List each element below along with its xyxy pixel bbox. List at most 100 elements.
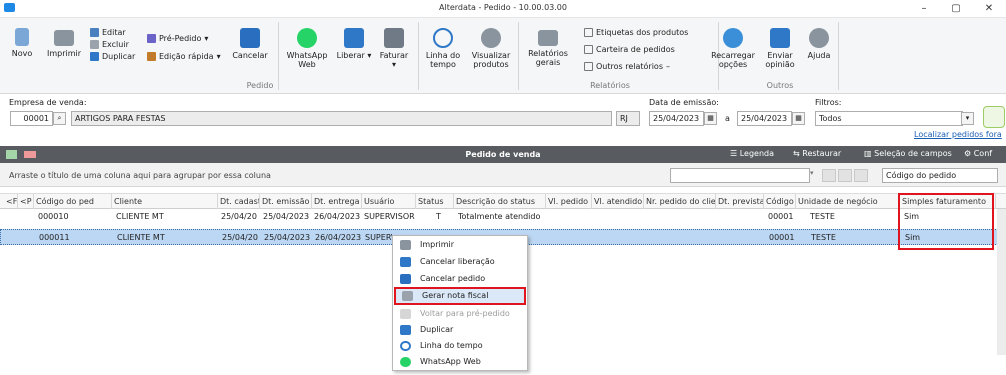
ribbon-divider bbox=[418, 22, 419, 90]
date-from-input[interactable]: 25/04/2023 bbox=[649, 111, 704, 126]
chevron-down-icon: – bbox=[666, 61, 670, 71]
refresh-icon[interactable] bbox=[983, 106, 1005, 128]
col-header[interactable]: Vl. atendido bbox=[592, 194, 644, 209]
group-hint: Arraste o título de uma coluna aqui para… bbox=[9, 171, 271, 180]
gear-icon: ⚙ bbox=[964, 149, 974, 158]
col-header[interactable]: Usuário bbox=[362, 194, 416, 209]
search-field-select[interactable]: Código do pedido bbox=[882, 168, 998, 183]
gear-icon bbox=[723, 28, 743, 48]
col-header[interactable]: <P bbox=[18, 194, 34, 209]
menu-item-cancelar-liberacao[interactable]: Cancelar liberação bbox=[394, 254, 526, 270]
chevron-down-icon[interactable]: ▾ bbox=[961, 112, 974, 125]
date-to-input[interactable]: 25/04/2023 bbox=[737, 111, 792, 126]
selecao-campos-button[interactable]: ▥ Seleção de campos bbox=[864, 149, 952, 158]
empresa-code-input[interactable]: 00001 bbox=[10, 111, 53, 126]
whatsapp-web-button[interactable]: WhatsApp Web bbox=[284, 28, 330, 69]
minimize-button[interactable]: – bbox=[910, 1, 938, 16]
context-menu: Imprimir Cancelar liberação Cancelar ped… bbox=[392, 235, 528, 371]
col-header[interactable]: Nr. pedido do clie bbox=[644, 194, 716, 209]
menu-item-linha-do-tempo[interactable]: Linha do tempo bbox=[394, 338, 526, 354]
chevron-down-icon[interactable]: ▾ bbox=[810, 169, 820, 182]
menu-item-cancelar-pedido[interactable]: Cancelar pedido bbox=[394, 271, 526, 287]
filtros-select[interactable]: Todos bbox=[815, 111, 963, 126]
col-header[interactable]: Vl. pedido bbox=[546, 194, 592, 209]
menu-item-voltar-pre-pedido[interactable]: Voltar para pré-pedido bbox=[394, 306, 526, 322]
find-icon[interactable] bbox=[854, 169, 868, 182]
faturar-button[interactable]: Faturar ▾ bbox=[376, 28, 412, 69]
calendar-icon[interactable]: ▦ bbox=[792, 112, 805, 125]
ribbon-divider bbox=[838, 22, 839, 90]
visualizar-produtos-button[interactable]: Visualizar produtos bbox=[468, 28, 514, 69]
editar-button[interactable]: Editar bbox=[90, 26, 135, 38]
close-button[interactable]: ✕ bbox=[975, 1, 1003, 16]
menu-item-imprimir[interactable]: Imprimir bbox=[394, 237, 526, 253]
ajuda-button[interactable]: Ajuda bbox=[804, 28, 834, 60]
menu-item-whatsapp-web[interactable]: WhatsApp Web bbox=[394, 354, 526, 370]
liberar-button[interactable]: Liberar ▾ bbox=[336, 28, 372, 60]
release-icon bbox=[344, 28, 364, 48]
label-icon bbox=[584, 27, 593, 37]
menu-item-duplicar[interactable]: Duplicar bbox=[394, 322, 526, 338]
edit-actions: Editar Excluir Duplicar bbox=[90, 26, 135, 62]
column-headers: <F <P Código do ped Cliente Dt. cadast D… bbox=[0, 193, 1006, 209]
config-button[interactable]: ⚙ Conf bbox=[964, 149, 992, 158]
cell-cliente: CLIENTE MT bbox=[116, 212, 164, 221]
grid-search-input[interactable] bbox=[670, 168, 810, 183]
col-header[interactable]: Unidade de negócio bbox=[796, 194, 900, 209]
col-header[interactable]: Dt. cadast bbox=[218, 194, 260, 209]
group-outros-label: Outros bbox=[766, 81, 794, 90]
restaurar-button[interactable]: ⇆ Restaurar bbox=[793, 149, 841, 158]
back-icon bbox=[400, 309, 411, 319]
linha-do-tempo-button[interactable]: Linha do tempo bbox=[423, 28, 463, 69]
outros-relatorios-dropdown[interactable]: Outros relatórios – bbox=[584, 60, 688, 72]
legenda-button[interactable]: ☰ Legenda bbox=[730, 149, 774, 158]
col-header[interactable]: Cliente bbox=[112, 194, 218, 209]
enviar-opiniao-button[interactable]: Enviar opinião bbox=[760, 28, 800, 69]
duplicate-icon bbox=[400, 325, 411, 335]
columns-icon: ▥ bbox=[864, 149, 875, 158]
etiquetas-button[interactable]: Etiquetas dos produtos bbox=[584, 26, 688, 38]
maximize-button[interactable]: ▢ bbox=[942, 1, 970, 16]
pedido-actions: Pré-Pedido ▾ Edição rápida ▾ bbox=[147, 32, 221, 62]
localizar-pedidos-link[interactable]: Localizar pedidos fora bbox=[914, 130, 1002, 139]
help-icon bbox=[809, 28, 829, 48]
col-header[interactable]: Descrição do status bbox=[454, 194, 546, 209]
chevron-down-icon: ▾ bbox=[391, 60, 396, 69]
vertical-scrollbar[interactable] bbox=[997, 209, 1006, 355]
col-header[interactable]: Código u bbox=[764, 194, 796, 209]
novo-button[interactable]: Novo bbox=[6, 28, 38, 58]
edicao-rapida-dropdown[interactable]: Edição rápida ▾ bbox=[147, 50, 221, 62]
menu-item-gerar-nota-fiscal[interactable]: Gerar nota fiscal bbox=[394, 287, 526, 305]
feedback-icon bbox=[770, 28, 790, 48]
invoice-icon bbox=[402, 291, 413, 301]
col-header[interactable]: Status bbox=[416, 194, 454, 209]
cancelar-button[interactable]: Cancelar bbox=[228, 28, 272, 60]
filter-bar: Empresa de venda: 00001 ⌕ ARTIGOS PARA F… bbox=[0, 95, 1006, 145]
imprimir-button[interactable]: Imprimir bbox=[44, 28, 84, 58]
calendar-icon[interactable]: ▦ bbox=[704, 112, 717, 125]
pre-pedido-dropdown[interactable]: Pré-Pedido ▾ bbox=[147, 32, 221, 44]
col-header[interactable]: Dt. emissão bbox=[260, 194, 312, 209]
relatorios-gerais-button[interactable]: Relatórios gerais bbox=[522, 28, 574, 67]
recarregar-opcoes-button[interactable]: Recarregar opções bbox=[706, 28, 760, 69]
clock-icon bbox=[400, 341, 411, 351]
col-header[interactable]: <F bbox=[4, 194, 18, 209]
cell-dt-entrega: 26/04/2023 bbox=[314, 212, 361, 221]
carteira-button[interactable]: Carteira de pedidos bbox=[584, 43, 688, 55]
table-row[interactable]: 000010 CLIENTE MT 25/04/20 25/04/2023 26… bbox=[0, 209, 1006, 225]
col-header[interactable]: Dt. entrega bbox=[312, 194, 362, 209]
previous-icon[interactable] bbox=[822, 169, 836, 182]
search-icon[interactable]: ⌕ bbox=[53, 112, 66, 125]
col-header[interactable]: Dt. prevista bbox=[716, 194, 764, 209]
excluir-button[interactable]: Excluir bbox=[90, 38, 135, 50]
pre-order-icon bbox=[147, 33, 156, 43]
ribbon-divider bbox=[278, 22, 279, 90]
next-icon[interactable] bbox=[838, 169, 852, 182]
search-icon bbox=[481, 28, 501, 48]
invoice-icon bbox=[384, 28, 404, 48]
duplicar-button[interactable]: Duplicar bbox=[90, 50, 135, 62]
ribbon-divider bbox=[518, 22, 519, 90]
col-header[interactable]: Código do ped bbox=[34, 194, 112, 209]
wallet-icon bbox=[584, 44, 593, 54]
cell-dt-emissao: 25/04/2023 bbox=[264, 233, 311, 242]
